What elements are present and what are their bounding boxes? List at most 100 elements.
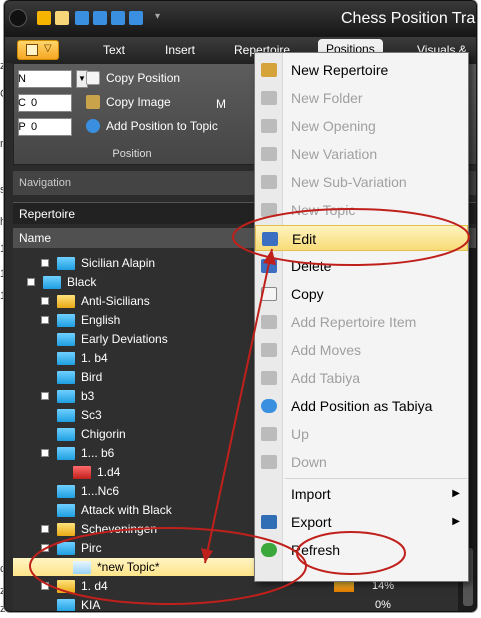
window-title: Chess Position Tra <box>341 10 476 27</box>
opening-icon <box>73 466 91 479</box>
down-arrow-icon <box>261 455 277 469</box>
variation-icon <box>261 147 277 161</box>
opening-icon <box>57 542 75 555</box>
folder-icon <box>57 295 75 308</box>
tree-row-label: 1. d4 <box>81 579 108 593</box>
menu-item-add-moves[interactable]: Add Moves <box>255 337 468 363</box>
next-move-icon[interactable] <box>111 11 125 25</box>
tree-row-label: Early Deviations <box>81 332 168 346</box>
add-position-to-topic-button[interactable]: Add Position to Topic <box>86 119 218 133</box>
copy-image-button[interactable]: Copy Image <box>86 95 171 109</box>
application-menu-button[interactable]: ▽ <box>17 40 59 60</box>
tree-row-label: Bird <box>81 370 103 384</box>
menu-item-up[interactable]: Up <box>255 421 468 447</box>
last-move-icon[interactable] <box>129 11 143 25</box>
menu-item-label: Import <box>291 486 331 502</box>
menu-item-add-tabiya[interactable]: Add Tabiya <box>255 365 468 391</box>
document-icon[interactable] <box>55 11 69 25</box>
opening-icon <box>57 314 75 327</box>
opening-icon <box>57 409 75 422</box>
expand-icon[interactable] <box>41 392 49 400</box>
tab-insert[interactable]: Insert <box>165 43 195 57</box>
menu-item-new-folder[interactable]: New Folder <box>255 85 468 111</box>
tab-text[interactable]: Text <box>103 43 125 57</box>
menu-icon <box>26 44 38 56</box>
n-field[interactable]: N <box>18 70 72 88</box>
menu-item-new-topic[interactable]: New Topic <box>255 197 468 223</box>
folder-icon <box>57 523 75 536</box>
opening-icon <box>57 352 75 365</box>
previous-move-icon[interactable] <box>93 11 107 25</box>
tree-row-label: *new Topic* <box>97 560 160 574</box>
copy-icon <box>261 287 277 301</box>
tree-row-label: 1.d4 <box>97 465 121 479</box>
progress-percent: 0% <box>375 599 391 611</box>
menu-item-label: Add Moves <box>291 342 362 358</box>
expand-icon[interactable] <box>41 544 49 552</box>
menu-item-refresh[interactable]: Refresh <box>255 537 468 563</box>
tree-row-label: Black <box>67 275 97 289</box>
refresh-icon <box>261 543 277 557</box>
expand-icon[interactable] <box>41 582 49 590</box>
opening-icon <box>57 485 75 498</box>
menu-item-new-repertoire[interactable]: New Repertoire <box>255 57 468 83</box>
app-logo-icon[interactable] <box>9 9 27 27</box>
expand-icon[interactable] <box>41 316 49 324</box>
menu-item-add-repertoire-item[interactable]: Add Repertoire Item <box>255 309 468 335</box>
menu-item-new-opening[interactable]: New Opening <box>255 113 468 139</box>
expand-icon[interactable] <box>41 525 49 533</box>
opening-icon <box>57 599 75 611</box>
menu-item-edit[interactable]: Edit <box>255 225 468 251</box>
collapse-icon[interactable] <box>27 278 35 286</box>
quick-access-dropdown-icon[interactable]: ▾ <box>155 11 169 25</box>
submenu-arrow-icon: ▶ <box>452 516 460 527</box>
menu-item-label: Copy <box>291 286 324 302</box>
tree-row-label: b3 <box>81 389 95 403</box>
chevron-down-icon: ▽ <box>44 43 52 54</box>
opening-icon <box>261 119 277 133</box>
sub-variation-icon <box>261 175 277 189</box>
menu-item-export[interactable]: Export ▶ <box>255 509 468 535</box>
position-group-label: Position <box>112 148 152 160</box>
menu-item-copy[interactable]: Copy <box>255 281 468 307</box>
expand-icon[interactable] <box>41 259 49 267</box>
topic-icon <box>73 561 91 574</box>
c-field[interactable]: C0 <box>18 94 72 112</box>
menu-item-label: Export <box>291 514 332 530</box>
p-field-letter: P <box>18 121 26 133</box>
tree-row[interactable]: KIA 0% <box>13 596 458 612</box>
copy-position-button[interactable]: Copy Position <box>86 71 180 85</box>
opening-icon <box>57 371 75 384</box>
menu-item-label: Down <box>291 454 327 470</box>
tree-row-label: Sc3 <box>81 408 102 422</box>
menu-separator <box>285 478 467 479</box>
tree-row-label: Attack with Black <box>81 503 172 517</box>
folder-icon <box>57 580 75 593</box>
menu-item-delete[interactable]: Delete <box>255 253 468 279</box>
tree-row-label: Scheveningen <box>81 522 158 536</box>
title-bar: ▾ Chess Position Tra <box>5 1 476 37</box>
edit-icon <box>262 232 278 246</box>
add-position-icon <box>261 399 277 413</box>
menu-item-label: New Sub-Variation <box>291 174 407 190</box>
save-icon[interactable] <box>37 11 51 25</box>
menu-item-import[interactable]: Import ▶ <box>255 481 468 507</box>
menu-item-new-sub-variation[interactable]: New Sub-Variation <box>255 169 468 195</box>
menu-item-add-position-as-tabiya[interactable]: Add Position as Tabiya <box>255 393 468 419</box>
menu-item-label: Refresh <box>291 542 341 558</box>
menu-item-label: New Folder <box>291 90 363 106</box>
expand-icon[interactable] <box>41 449 49 457</box>
first-move-icon[interactable] <box>75 11 89 25</box>
p-field-value: 0 <box>31 121 38 133</box>
opening-icon <box>57 504 75 517</box>
tree-row-label: KIA <box>81 598 101 612</box>
expand-icon[interactable] <box>41 297 49 305</box>
copy-position-icon <box>86 71 100 85</box>
submenu-arrow-icon: ▶ <box>452 488 460 499</box>
p-field[interactable]: P0 <box>18 118 72 136</box>
menu-item-label: Add Tabiya <box>291 370 361 386</box>
menu-item-down[interactable]: Down <box>255 449 468 475</box>
opening-icon <box>57 428 75 441</box>
tree-row-label: 1. b4 <box>81 351 108 365</box>
menu-item-new-variation[interactable]: New Variation <box>255 141 468 167</box>
